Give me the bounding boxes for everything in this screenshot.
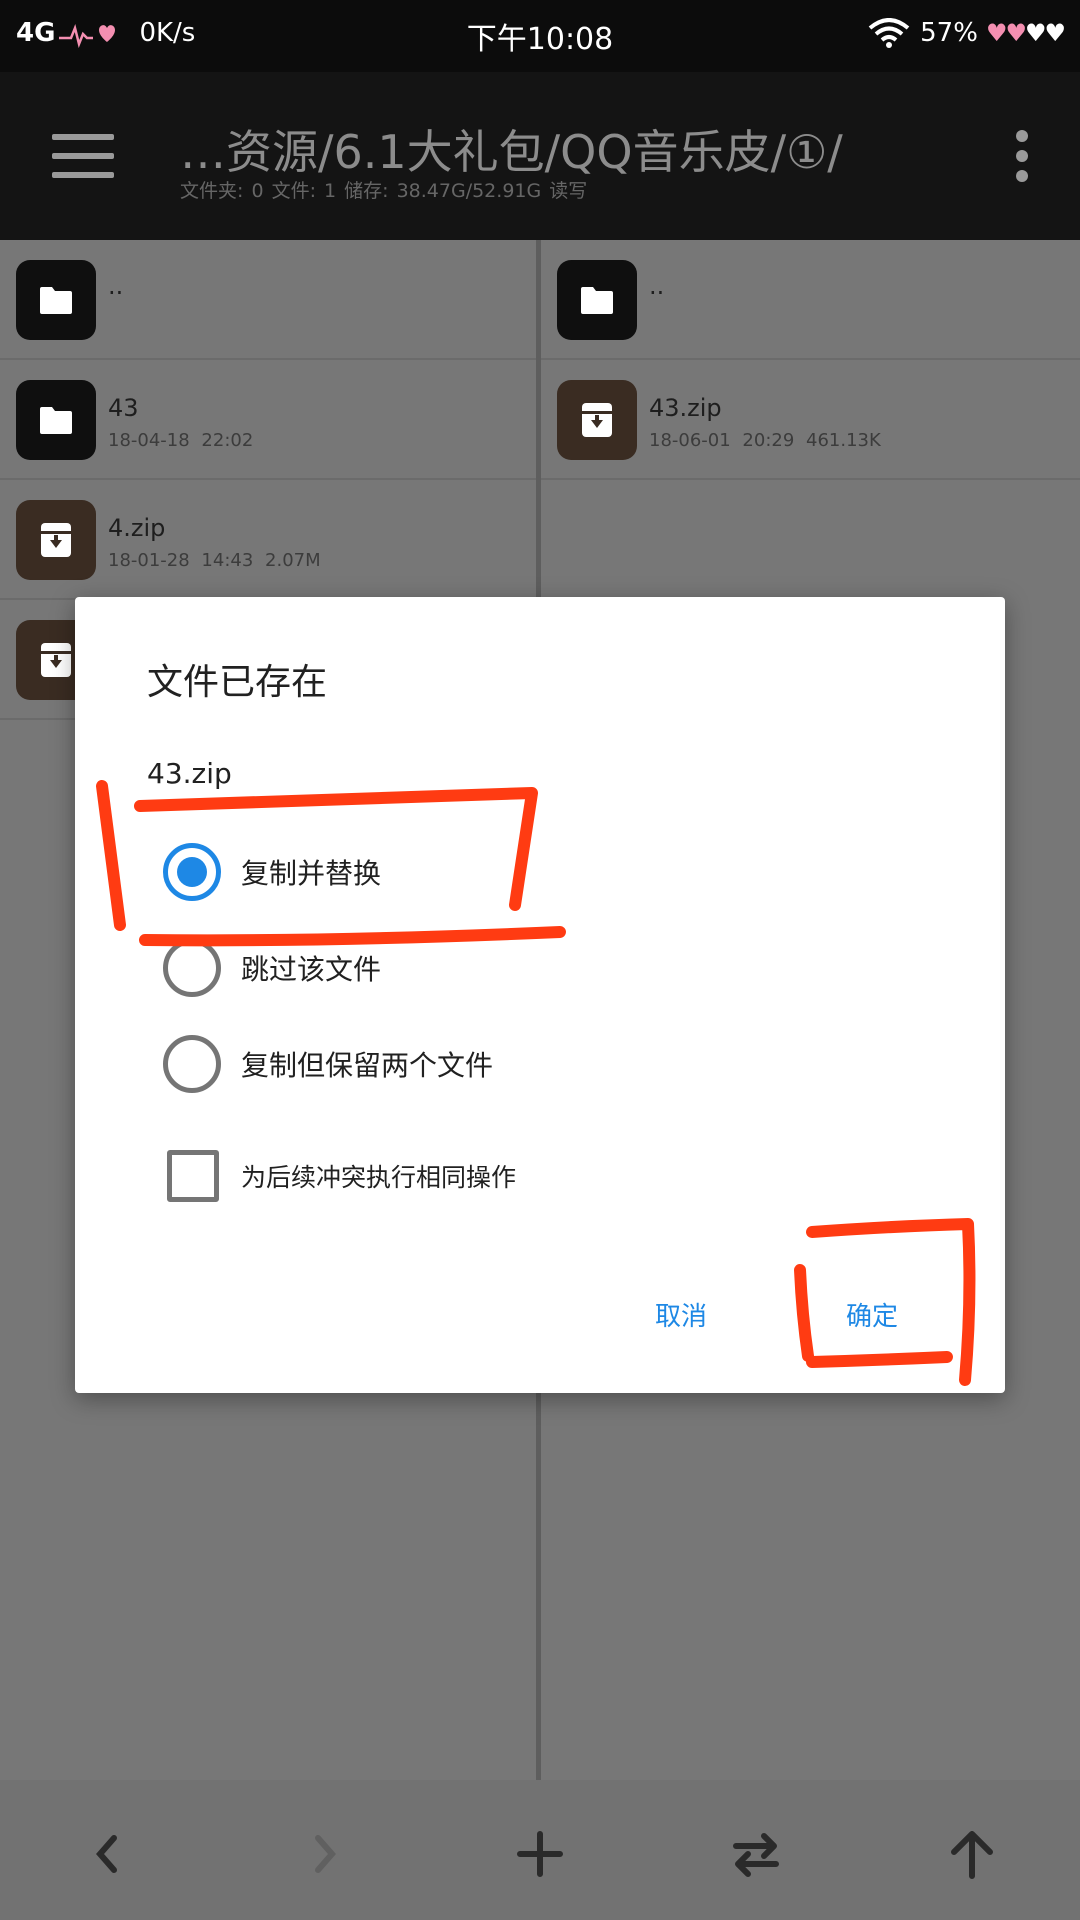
bottom-action-bar bbox=[0, 1780, 1080, 1920]
dialog-title: 文件已存在 bbox=[147, 662, 328, 703]
file-name: .. bbox=[649, 272, 665, 300]
archive-icon bbox=[16, 500, 96, 580]
file-meta: 18-01-28 14:43 2.07M bbox=[108, 550, 321, 571]
option-label: 跳过该文件 bbox=[241, 953, 382, 986]
more-options-icon[interactable] bbox=[1016, 130, 1030, 190]
list-item[interactable]: .. bbox=[0, 240, 536, 360]
cancel-button[interactable]: 取消 bbox=[655, 1296, 707, 1333]
current-path: …资源/6.1大礼包/QQ音乐皮/①/ bbox=[180, 125, 843, 179]
file-meta: 18-04-18 22:02 bbox=[108, 430, 254, 451]
radio-button[interactable] bbox=[163, 1035, 221, 1093]
battery-level: 57% bbox=[920, 18, 978, 48]
apply-to-all-option[interactable]: 为后续冲突执行相同操作 bbox=[163, 1150, 516, 1202]
option-skip[interactable]: 跳过该文件 bbox=[163, 939, 381, 997]
conflict-file-name: 43.zip bbox=[147, 757, 232, 790]
list-item[interactable]: 4.zip 18-01-28 14:43 2.07M bbox=[0, 480, 536, 600]
checkbox-label: 为后续冲突执行相同操作 bbox=[241, 1163, 517, 1192]
file-exists-dialog: 文件已存在 43.zip 复制并替换 跳过该文件 复制但保留两个文件 为后续冲突… bbox=[75, 597, 1005, 1393]
radio-button-selected[interactable] bbox=[163, 843, 221, 901]
list-item[interactable]: 43 18-04-18 22:02 bbox=[0, 360, 536, 480]
file-name: 4.zip bbox=[108, 514, 166, 542]
option-label: 复制但保留两个文件 bbox=[241, 1049, 494, 1082]
wifi-icon bbox=[868, 18, 910, 48]
battery-hearts-icon: ♥♥♥♥ bbox=[985, 19, 1066, 47]
back-arrow-icon[interactable] bbox=[80, 1826, 136, 1882]
folder-icon bbox=[16, 380, 96, 460]
file-name: 43.zip bbox=[649, 394, 722, 422]
option-label: 复制并替换 bbox=[241, 857, 382, 890]
file-meta: 18-06-01 20:29 461.13K bbox=[649, 430, 881, 451]
radio-button[interactable] bbox=[163, 939, 221, 997]
status-bar: 4G 0K/s 下午10:08 57% ♥♥♥♥ bbox=[0, 0, 1080, 72]
option-keep-both[interactable]: 复制但保留两个文件 bbox=[163, 1035, 493, 1093]
add-icon[interactable] bbox=[512, 1826, 568, 1882]
up-arrow-icon[interactable] bbox=[944, 1826, 1000, 1882]
list-item[interactable]: 43.zip 18-06-01 20:29 461.13K bbox=[541, 360, 1080, 480]
list-item[interactable]: .. bbox=[541, 240, 1080, 360]
swap-icon[interactable] bbox=[728, 1826, 784, 1882]
menu-icon[interactable] bbox=[52, 134, 114, 178]
option-replace[interactable]: 复制并替换 bbox=[163, 843, 381, 901]
app-toolbar: …资源/6.1大礼包/QQ音乐皮/①/ 文件夹: 0 文件: 1 储存: 38.… bbox=[0, 72, 1080, 240]
forward-arrow-icon[interactable] bbox=[296, 1826, 352, 1882]
ok-button[interactable]: 确定 bbox=[846, 1296, 898, 1333]
archive-icon bbox=[557, 380, 637, 460]
folder-icon bbox=[16, 260, 96, 340]
file-name: 43 bbox=[108, 394, 139, 422]
folder-icon bbox=[557, 260, 637, 340]
file-name: .. bbox=[108, 272, 124, 300]
apply-to-all-checkbox[interactable] bbox=[167, 1150, 219, 1202]
storage-info: 文件夹: 0 文件: 1 储存: 38.47G/52.91G 读写 bbox=[180, 180, 588, 202]
